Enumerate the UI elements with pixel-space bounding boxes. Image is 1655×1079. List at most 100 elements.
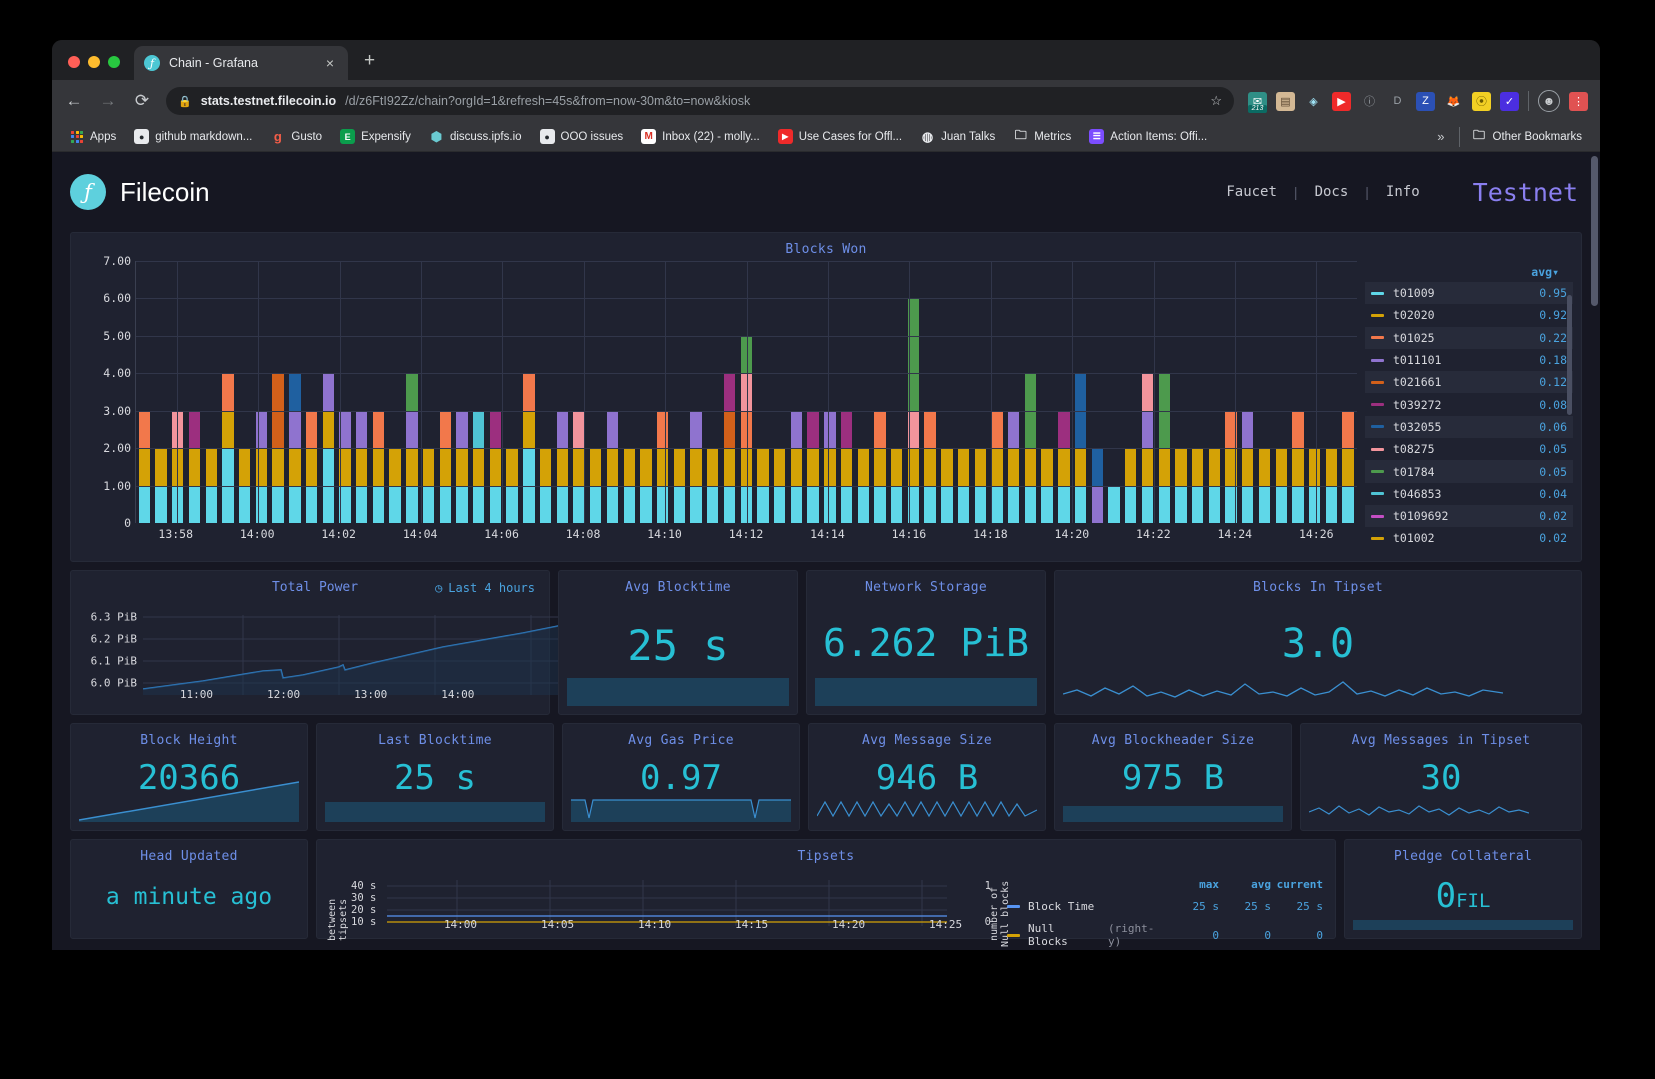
bar-slot[interactable] (153, 261, 170, 523)
bar-slot[interactable] (1206, 261, 1223, 523)
share-extension-icon[interactable]: ⦿ (1472, 92, 1491, 111)
bar-slot[interactable] (888, 261, 905, 523)
bookmark-metrics[interactable]: 🗀 Metrics (1007, 126, 1077, 147)
bar-slot[interactable] (370, 261, 387, 523)
stacked-bar[interactable] (924, 411, 935, 523)
bar-slot[interactable] (654, 261, 671, 523)
bar-slot[interactable] (1022, 261, 1039, 523)
close-tab-icon[interactable]: × (322, 55, 338, 71)
new-tab-button[interactable]: + (364, 50, 375, 72)
stacked-bar[interactable] (824, 411, 835, 523)
bar-slot[interactable] (972, 261, 989, 523)
bookmark-inbox[interactable]: M Inbox (22) - molly... (635, 126, 766, 147)
bookmark-juan-talks[interactable]: ◍ Juan Talks (914, 126, 1001, 147)
bar-slot[interactable] (1239, 261, 1256, 523)
bar-slot[interactable] (470, 261, 487, 523)
stacked-bar[interactable] (807, 411, 818, 523)
maximize-window-button[interactable] (108, 56, 120, 68)
bookmark-apps[interactable]: Apps (64, 127, 122, 147)
nav-docs[interactable]: Docs (1298, 184, 1366, 200)
bar-slot[interactable] (704, 261, 721, 523)
bar-slot[interactable] (437, 261, 454, 523)
legend-row[interactable]: t017840.05 (1365, 460, 1573, 482)
bar-slot[interactable] (604, 261, 621, 523)
stacked-bar[interactable] (657, 411, 668, 523)
bar-slot[interactable] (755, 261, 772, 523)
bar-slot[interactable] (1039, 261, 1056, 523)
stacked-bar[interactable] (490, 411, 501, 523)
youtube-extension-icon[interactable]: ▶ (1332, 92, 1351, 111)
nav-info[interactable]: Info (1369, 184, 1437, 200)
stacked-bar[interactable] (172, 411, 183, 523)
bar-slot[interactable] (353, 261, 370, 523)
bar-slot[interactable] (186, 261, 203, 523)
bar-slot[interactable] (537, 261, 554, 523)
legend-row[interactable]: t010250.22 (1365, 327, 1573, 349)
minimize-window-button[interactable] (88, 56, 100, 68)
bookmark-use-cases[interactable]: ▶ Use Cases for Offl... (772, 126, 908, 147)
metamask-extension-icon[interactable]: 🦊 (1444, 92, 1463, 111)
bookmark-discuss-ipfs[interactable]: ⬢ discuss.ipfs.io (423, 126, 528, 147)
bar-slot[interactable] (286, 261, 303, 523)
bar-slot[interactable] (671, 261, 688, 523)
bar-slot[interactable] (136, 261, 153, 523)
stacked-bar[interactable] (473, 411, 484, 523)
bookmark-star-icon[interactable]: ☆ (1210, 93, 1222, 109)
bar-slot[interactable] (1223, 261, 1240, 523)
bar-slot[interactable] (721, 261, 738, 523)
u-extension-icon[interactable]: ✓ (1500, 92, 1519, 111)
stacked-bar[interactable] (1058, 411, 1069, 523)
bar-slot[interactable] (1290, 261, 1307, 523)
bar-slot[interactable] (922, 261, 939, 523)
bar-slot[interactable] (1173, 261, 1190, 523)
stacked-bar[interactable] (991, 411, 1002, 523)
bar-slot[interactable] (454, 261, 471, 523)
profile-avatar[interactable]: ☻ (1538, 90, 1560, 112)
page-scrollbar[interactable] (1591, 156, 1598, 306)
bookmark-other-bookmarks[interactable]: 🗀 Other Bookmarks (1466, 126, 1588, 147)
bar-slot[interactable] (1122, 261, 1139, 523)
bar-slot[interactable] (838, 261, 855, 523)
time-range-label[interactable]: ◷ Last 4 hours (435, 581, 535, 595)
legend-row[interactable]: t0320550.06 (1365, 416, 1573, 438)
stacked-bar[interactable] (1008, 411, 1019, 523)
legend-row-null-blocks[interactable]: Null Blocks (right-y) 0 0 0 (1007, 922, 1323, 948)
bar-slot[interactable] (1072, 261, 1089, 523)
bar-slot[interactable] (905, 261, 922, 523)
legend-sort-avg[interactable]: avg▾ (1531, 265, 1559, 279)
stacked-bar[interactable] (456, 411, 467, 523)
bar-slot[interactable] (1189, 261, 1206, 523)
d-extension-icon[interactable]: D (1388, 92, 1407, 111)
bookmark-expensify[interactable]: E Expensify (334, 126, 417, 147)
stacked-bar[interactable] (791, 411, 802, 523)
stacked-bar[interactable] (356, 411, 367, 523)
legend-row[interactable]: t0111010.18 (1365, 349, 1573, 371)
legend-row[interactable]: t010020.02 (1365, 527, 1573, 549)
bar-slot[interactable] (1005, 261, 1022, 523)
brave-extension-icon[interactable]: ◈ (1304, 92, 1323, 111)
bar-slot[interactable] (638, 261, 655, 523)
nav-faucet[interactable]: Faucet (1209, 184, 1294, 200)
bar-slot[interactable] (771, 261, 788, 523)
legend-col-avg[interactable]: avg (1219, 878, 1271, 891)
stacked-bar[interactable] (874, 411, 885, 523)
stacked-bar[interactable] (189, 411, 200, 523)
bar-slot[interactable] (220, 261, 237, 523)
legend-row[interactable]: t01096920.02 (1365, 505, 1573, 527)
browser-menu-icon[interactable]: ⋮ (1569, 92, 1588, 111)
close-window-button[interactable] (68, 56, 80, 68)
legend-row[interactable]: t020200.92 (1365, 304, 1573, 326)
window-controls[interactable] (52, 56, 120, 80)
stacked-bar[interactable] (607, 411, 618, 523)
stacked-bar[interactable] (306, 411, 317, 523)
bar-slot[interactable] (688, 261, 705, 523)
bar-slot[interactable] (621, 261, 638, 523)
bookmark-github-markdown[interactable]: ● github markdown... (128, 126, 258, 147)
bar-slot[interactable] (521, 261, 538, 523)
bookmark-gusto[interactable]: g Gusto (264, 126, 328, 147)
legend-row-block-time[interactable]: Block Time 25 s 25 s 25 s (1007, 900, 1323, 913)
bar-slot[interactable] (1156, 261, 1173, 523)
bar-slot[interactable] (1256, 261, 1273, 523)
legend-scrollbar[interactable] (1567, 295, 1572, 415)
stacked-bar[interactable] (1108, 486, 1119, 523)
